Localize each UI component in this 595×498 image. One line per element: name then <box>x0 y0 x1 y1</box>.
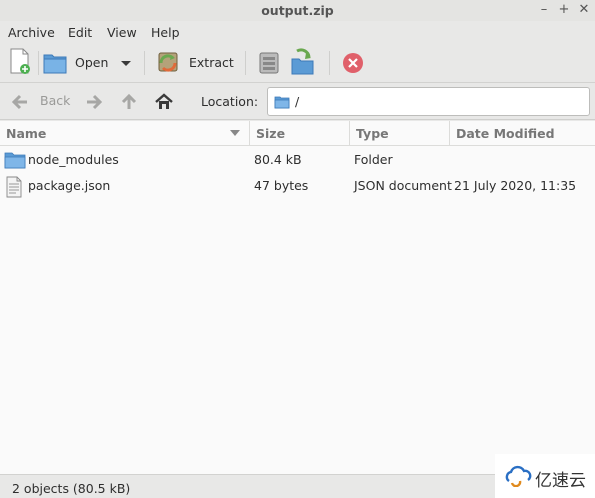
add-folder-button[interactable] <box>289 47 317 79</box>
forward-arrow-icon[interactable] <box>84 92 104 112</box>
maximize-icon[interactable]: + <box>556 2 572 18</box>
close-icon[interactable]: ✕ <box>576 2 592 18</box>
menu-bar: Archive Edit View Help <box>0 21 595 43</box>
folder-icon <box>43 54 67 74</box>
location-value: / <box>295 94 300 109</box>
file-date: 21 July 2020, 11:35 <box>454 178 577 193</box>
extract-label: Extract <box>189 55 234 70</box>
location-bar: Back Location: / <box>0 84 595 120</box>
up-arrow-icon[interactable] <box>119 92 139 112</box>
file-type: JSON document <box>354 178 452 193</box>
folder-icon <box>4 152 26 169</box>
file-size: 80.4 kB <box>254 152 302 167</box>
watermark-text: 亿速云 <box>535 471 586 491</box>
file-list[interactable]: Name Size Type Date Modified node_module… <box>0 121 595 474</box>
document-icon <box>6 176 22 198</box>
location-label: Location: <box>201 94 259 109</box>
column-size[interactable]: Size <box>250 121 350 146</box>
table-row[interactable]: node_modules 80.4 kB Folder <box>0 147 595 173</box>
menu-view[interactable]: View <box>107 25 137 40</box>
archive-icon <box>259 52 279 74</box>
column-type[interactable]: Type <box>350 121 450 146</box>
add-files-button[interactable] <box>257 47 281 79</box>
toolbar: Open Extract <box>0 43 595 83</box>
home-icon[interactable] <box>154 92 174 112</box>
cloud-logo-icon <box>505 465 532 487</box>
back-arrow-icon[interactable] <box>10 92 30 112</box>
back-button[interactable]: Back <box>40 93 70 108</box>
new-document-icon <box>10 48 30 74</box>
folder-icon <box>274 96 290 109</box>
menu-help[interactable]: Help <box>151 25 180 40</box>
column-name-label: Name <box>6 126 47 141</box>
sort-down-icon <box>230 130 240 136</box>
stop-icon <box>343 53 363 73</box>
toolbar-separator <box>245 51 246 75</box>
table-row[interactable]: package.json 47 bytes JSON document 21 J… <box>0 173 595 199</box>
chevron-down-icon[interactable] <box>120 60 132 68</box>
window-title: output.zip <box>261 3 334 18</box>
watermark: 亿速云 <box>495 454 595 498</box>
new-archive-button[interactable] <box>8 47 34 79</box>
minimize-icon[interactable]: – <box>536 2 552 18</box>
extract-icon <box>158 52 178 72</box>
menu-edit[interactable]: Edit <box>68 25 92 40</box>
status-text: 2 objects (80.5 kB) <box>12 481 131 496</box>
open-label: Open <box>75 55 109 70</box>
toolbar-separator <box>144 51 145 75</box>
file-type: Folder <box>354 152 393 167</box>
title-bar: output.zip – + ✕ <box>0 0 595 21</box>
add-folder-icon <box>291 48 314 75</box>
column-type-label: Type <box>356 126 389 141</box>
menu-archive[interactable]: Archive <box>8 25 55 40</box>
column-date-label: Date Modified <box>456 126 555 141</box>
column-size-label: Size <box>256 126 286 141</box>
file-name: node_modules <box>28 152 119 167</box>
file-name: package.json <box>28 178 111 193</box>
location-input[interactable]: / <box>267 87 590 116</box>
column-header: Name Size Type Date Modified <box>0 121 595 146</box>
stop-button[interactable] <box>341 47 365 79</box>
toolbar-separator <box>329 51 330 75</box>
open-button[interactable]: Open <box>42 47 137 79</box>
file-size: 47 bytes <box>254 178 309 193</box>
column-date[interactable]: Date Modified <box>450 121 595 146</box>
extract-button[interactable]: Extract <box>155 47 235 79</box>
toolbar-separator <box>38 51 39 75</box>
column-name[interactable]: Name <box>0 121 250 146</box>
